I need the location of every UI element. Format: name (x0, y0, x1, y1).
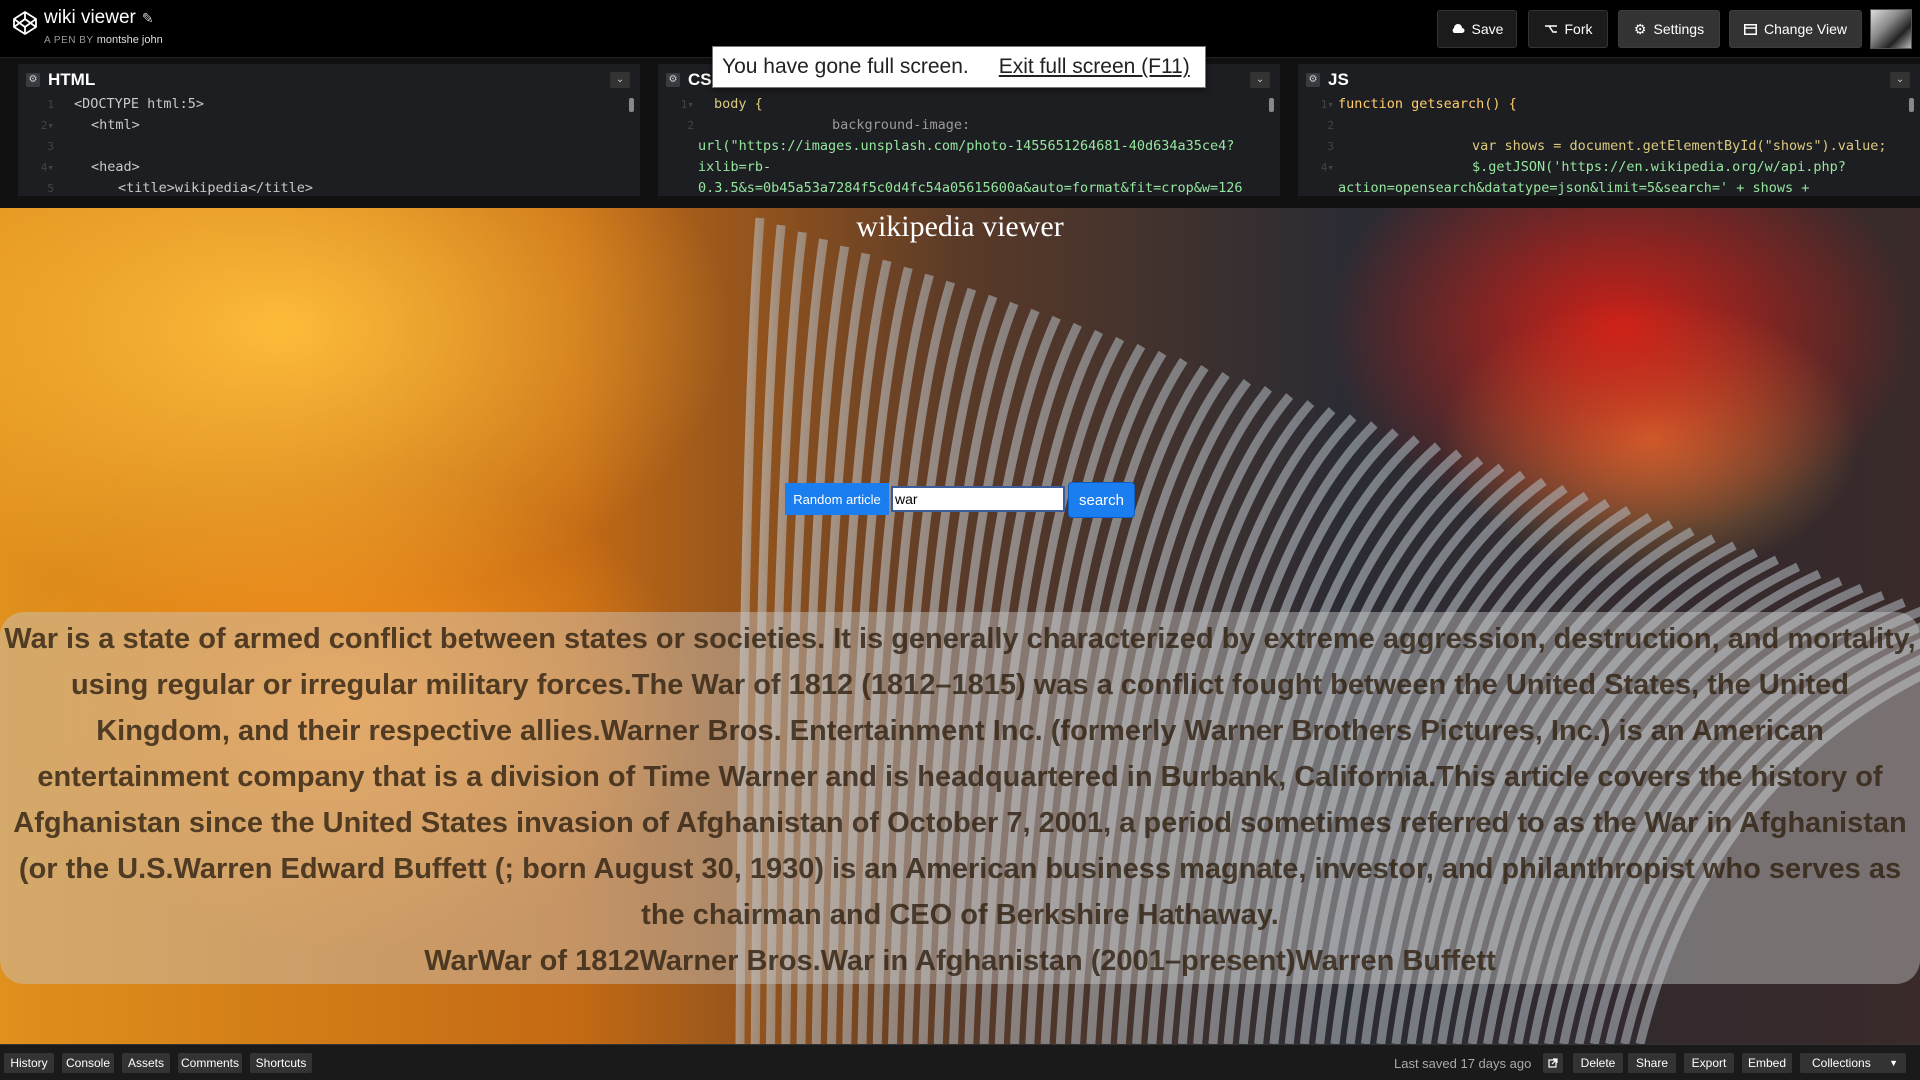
search-input[interactable] (891, 486, 1065, 512)
code-line: ixlib=rb- (698, 159, 772, 175)
assets-button[interactable]: Assets (122, 1053, 170, 1073)
save-label: Save (1471, 21, 1504, 37)
js-editor[interactable]: ⚙ JS ⌄ 1▾ function getsearch() { 2 3 var… (1298, 64, 1920, 196)
embed-button[interactable]: Embed (1742, 1053, 1792, 1073)
line-number: 1 (47, 98, 54, 111)
css-code[interactable]: 1▾ body { 2 background-image: url("https… (658, 94, 1280, 196)
pen-title[interactable]: wiki viewer ✎ (44, 7, 154, 29)
history-button[interactable]: History (4, 1053, 54, 1073)
html-code[interactable]: 1 <DOCTYPE html:5> 2▾ <html> 3 4▾ <head>… (18, 94, 640, 196)
settings-label: Settings (1653, 21, 1705, 37)
change-view-button[interactable]: Change View (1729, 10, 1862, 48)
preview-heading: wikipedia viewer (856, 210, 1064, 243)
caret-down-icon: ▼ (1889, 1058, 1898, 1068)
random-article-button[interactable]: Random article (785, 483, 889, 515)
html-editor-header: ⚙ HTML ⌄ (18, 64, 640, 94)
settings-button[interactable]: ⚙ Settings (1618, 10, 1720, 48)
search-results: War is a state of armed conflict between… (0, 612, 1920, 984)
code-line: var shows = document.getElementById("sho… (1472, 138, 1887, 154)
fullscreen-notice: You have gone full screen. Exit full scr… (712, 46, 1206, 88)
html-collapse-chevron-icon[interactable]: ⌄ (610, 72, 630, 88)
exit-fullscreen-link[interactable]: Exit full screen (F11) (999, 55, 1190, 79)
fork-label: Fork (1564, 21, 1593, 37)
author-prefix: A PEN BY (44, 35, 94, 46)
js-scrollbar[interactable] (1909, 98, 1914, 112)
pen-author: A PEN BY montshe john (44, 34, 163, 46)
last-saved-status: Last saved 17 days ago (1394, 1056, 1532, 1071)
html-scrollbar[interactable] (629, 98, 634, 112)
code-line: <html> (91, 117, 140, 133)
fullscreen-message: You have gone full screen. (722, 55, 969, 78)
line-number: 2▾ (40, 119, 54, 132)
line-number: 4▾ (40, 161, 54, 174)
codepen-logo-icon[interactable] (12, 10, 38, 36)
fork-button[interactable]: Fork (1528, 10, 1608, 48)
cloud-icon (1452, 24, 1465, 33)
code-line: body { (714, 96, 763, 112)
fork-icon (1544, 25, 1557, 33)
preview-pane: wikipedia viewer Random article search W… (0, 208, 1920, 1044)
css-collapse-chevron-icon[interactable]: ⌄ (1250, 72, 1270, 88)
layout-icon (1743, 23, 1757, 35)
js-collapse-chevron-icon[interactable]: ⌄ (1890, 72, 1910, 88)
html-settings-gear-icon[interactable]: ⚙ (26, 73, 40, 87)
js-code[interactable]: 1▾ function getsearch() { 2 3 var shows … (1298, 94, 1920, 196)
line-number: 2 (687, 119, 694, 132)
line-number: 2 (1327, 119, 1334, 132)
code-line: function getsearch() { (1338, 96, 1517, 112)
html-editor-title: HTML (48, 70, 96, 89)
line-number: 3 (47, 140, 54, 153)
share-button[interactable]: Share (1628, 1053, 1676, 1073)
js-settings-gear-icon[interactable]: ⚙ (1306, 73, 1320, 87)
code-line: <title>wikipedia</title> (118, 180, 314, 196)
line-number: 1▾ (1320, 98, 1334, 111)
js-editor-title: JS (1328, 70, 1349, 89)
export-button[interactable]: Export (1684, 1053, 1734, 1073)
js-editor-header: ⚙ JS ⌄ (1298, 64, 1920, 94)
external-link-icon (1548, 1058, 1558, 1068)
code-line: url("https://images.unsplash.com/photo-1… (698, 138, 1235, 154)
code-line: 0.3.5&s=0b45a53a7284f5c0d4fc54a05615600a… (698, 180, 1243, 196)
code-line: <head> (91, 159, 140, 175)
html-editor[interactable]: ⚙ HTML ⌄ 1 <DOCTYPE html:5> 2▾ <html> 3 … (18, 64, 640, 196)
pencil-icon[interactable]: ✎ (142, 10, 154, 27)
author-link[interactable]: montshe john (97, 34, 163, 46)
line-number: 3 (1327, 140, 1334, 153)
line-number: 1▾ (680, 98, 694, 111)
collections-dropdown[interactable]: Collections ▼ (1800, 1053, 1906, 1073)
code-line: action=opensearch&datatype=json&limit=5&… (1338, 180, 1810, 196)
results-titles[interactable]: WarWar of 1812Warner Bros.War in Afghani… (0, 938, 1920, 984)
gear-icon: ⚙ (1633, 20, 1647, 37)
delete-button[interactable]: Delete (1573, 1053, 1623, 1073)
change-view-label: Change View (1763, 21, 1848, 37)
pen-title-text[interactable]: wiki viewer (44, 7, 136, 28)
results-text: War is a state of armed conflict between… (4, 623, 1916, 931)
user-avatar[interactable] (1870, 9, 1912, 49)
bottom-bar: History Console Assets Comments Shortcut… (0, 1044, 1920, 1080)
collections-label: Collections (1812, 1056, 1871, 1070)
comments-button[interactable]: Comments (178, 1053, 242, 1073)
search-button[interactable]: search (1068, 482, 1135, 518)
line-number: 5 (47, 182, 54, 195)
code-line: background-image: (832, 117, 971, 133)
code-line: <DOCTYPE html:5> (74, 96, 205, 112)
code-line: $.getJSON('https://en.wikipedia.org/w/ap… (1472, 159, 1846, 175)
css-scrollbar[interactable] (1269, 98, 1274, 112)
console-button[interactable]: Console (62, 1053, 114, 1073)
css-settings-gear-icon[interactable]: ⚙ (666, 73, 680, 87)
save-button[interactable]: Save (1437, 10, 1517, 48)
line-number: 4▾ (1320, 161, 1334, 174)
shortcuts-button[interactable]: Shortcuts (250, 1053, 312, 1073)
open-external-icon[interactable] (1543, 1053, 1563, 1073)
